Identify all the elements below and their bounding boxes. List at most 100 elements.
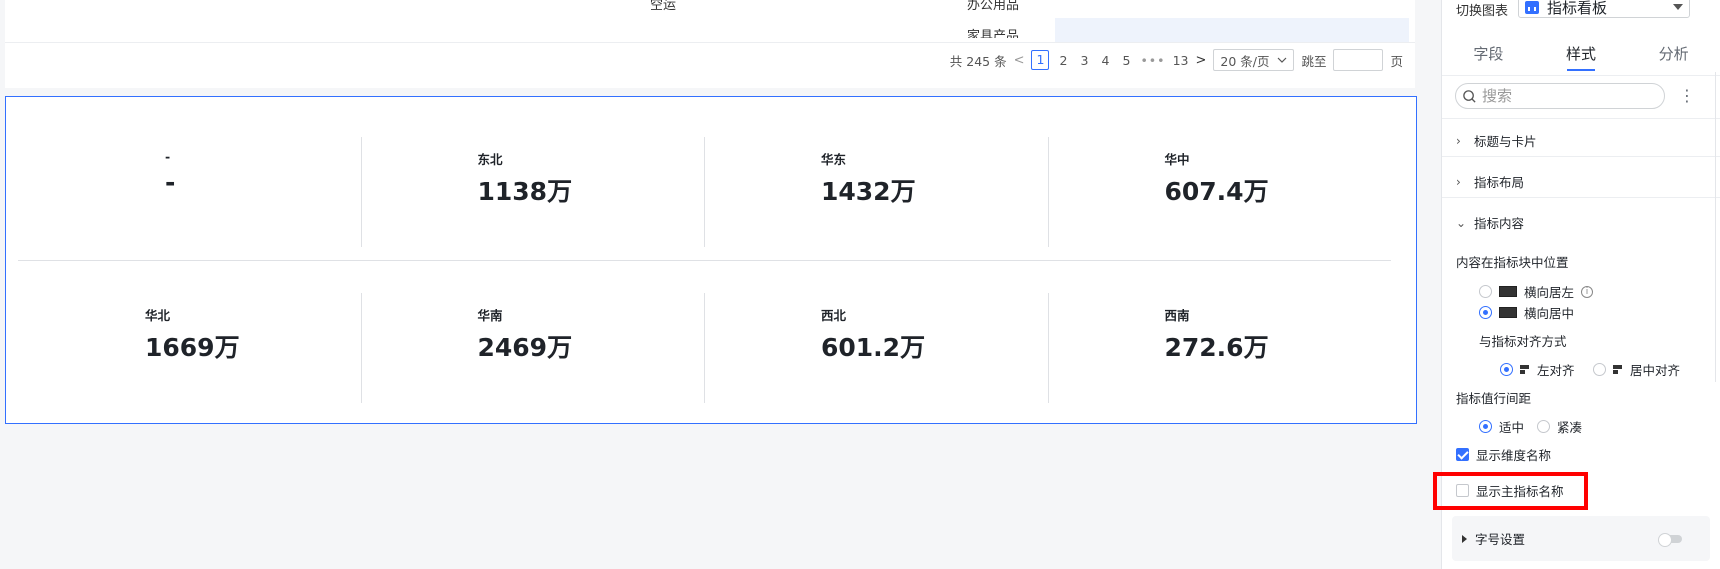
- total-count: 共 245 条: [949, 53, 1007, 69]
- kpi-dimension-name: 西北: [821, 308, 847, 323]
- section-label: 字号设置: [1475, 532, 1526, 547]
- page-size-select[interactable]: 20 条/页: [1213, 49, 1295, 71]
- kpi-board-widget[interactable]: - - 东北 1138万 华东 1432万 华中 607.4万 华北 1669万…: [5, 96, 1417, 424]
- table-row-highlight: [1055, 18, 1409, 42]
- kpi-row: 华北 1669万 华南 2469万 西北 601.2万 西南 272.6万: [18, 293, 1391, 403]
- kpi-dimension-name: -: [165, 149, 171, 164]
- radio-position-left[interactable]: 横向居左 i: [1479, 282, 1594, 301]
- checkbox-label: 显示主指标名称: [1476, 484, 1564, 499]
- chevron-right-icon: ›: [1456, 133, 1461, 148]
- font-settings-toggle[interactable]: [1658, 532, 1682, 547]
- tab-fields[interactable]: 字段: [1442, 36, 1535, 75]
- chevron-right-icon: ›: [1456, 174, 1461, 189]
- search-box[interactable]: [1455, 83, 1665, 109]
- divider: [1442, 118, 1720, 119]
- option-label: 横向居中: [1524, 306, 1575, 321]
- kpi-value: 601.2万: [821, 333, 926, 362]
- kpi-dimension-name: 东北: [477, 152, 503, 167]
- jump-page-input[interactable]: [1333, 49, 1384, 71]
- page-2[interactable]: 2: [1056, 53, 1070, 68]
- radio-align-left[interactable]: 左对齐: [1500, 360, 1575, 379]
- section-label: 指标布局: [1474, 175, 1525, 190]
- section-font-settings[interactable]: 字号设置: [1452, 516, 1710, 561]
- option-label: 居中对齐: [1630, 363, 1681, 378]
- layout-swatch-icon: [1499, 307, 1517, 318]
- radio-button[interactable]: [1479, 420, 1492, 433]
- caret-down-icon: [1673, 4, 1684, 10]
- table-cell: 办公用品: [967, 0, 1020, 13]
- divider: [5, 42, 1415, 43]
- kpi-value: 272.6万: [1164, 333, 1269, 362]
- kpi-value: -: [165, 168, 176, 197]
- tab-analysis[interactable]: 分析: [1627, 36, 1720, 75]
- search-input[interactable]: [1482, 87, 1652, 105]
- kpi-value: 607.4万: [1164, 177, 1269, 206]
- page-1[interactable]: 1: [1031, 50, 1050, 70]
- checkbox[interactable]: [1456, 448, 1469, 461]
- checkbox-show-main-metric-name[interactable]: 显示主指标名称: [1456, 481, 1564, 500]
- align-left-icon: [1520, 364, 1530, 375]
- switch-chart-label: 切换图表: [1456, 3, 1509, 19]
- more-pages-icon[interactable]: •••: [1140, 53, 1165, 68]
- checkbox-label: 显示维度名称: [1476, 448, 1552, 463]
- kpi-dimension-name: 西南: [1164, 308, 1190, 323]
- section-layout[interactable]: › 指标布局: [1456, 172, 1524, 191]
- radio-button[interactable]: [1479, 285, 1492, 298]
- section-label: 指标内容: [1474, 216, 1525, 231]
- table-widget: 空运 办公用品 家具产品 共 245 条 < 1 2 3 4 5 ••• 13 …: [5, 0, 1415, 88]
- section-title-card[interactable]: › 标题与卡片: [1456, 131, 1537, 150]
- radio-button[interactable]: [1479, 306, 1492, 319]
- kpi-value: 2469万: [477, 333, 573, 362]
- chevron-down-icon: ⌄: [1456, 215, 1467, 230]
- kpi-cell: 华南 2469万: [360, 293, 705, 403]
- align-label: 与指标对齐方式: [1479, 334, 1567, 349]
- more-options-icon[interactable]: ⋮: [1679, 88, 1695, 104]
- scrollbar[interactable]: [1715, 72, 1720, 382]
- jump-label: 跳至: [1301, 53, 1327, 69]
- dashboard-canvas: 空运 办公用品 家具产品 共 245 条 < 1 2 3 4 5 ••• 13 …: [0, 0, 1438, 569]
- kpi-value: 1432万: [821, 177, 916, 206]
- divider: [1442, 197, 1720, 198]
- chart-switch-row: 切换图表 指标看板: [1442, 0, 1720, 19]
- radio-button[interactable]: [1537, 420, 1550, 433]
- radio-align-center[interactable]: 居中对齐: [1593, 360, 1680, 379]
- page-last[interactable]: 13: [1173, 53, 1189, 68]
- kpi-chart-icon: [1525, 0, 1540, 14]
- radio-button[interactable]: [1593, 363, 1606, 376]
- kpi-cell: 华中 607.4万: [1047, 137, 1392, 247]
- page-3[interactable]: 3: [1077, 53, 1091, 68]
- next-page-icon[interactable]: >: [1195, 53, 1206, 68]
- spacing-label: 指标值行间距: [1456, 391, 1532, 406]
- kpi-row: - - 东北 1138万 华东 1432万 华中 607.4万: [18, 137, 1391, 247]
- radio-button[interactable]: [1500, 363, 1513, 376]
- kpi-cell: 东北 1138万: [360, 137, 705, 247]
- checkbox-show-dimension-name[interactable]: 显示维度名称: [1456, 445, 1551, 464]
- kpi-value: 1669万: [145, 333, 240, 362]
- chart-type-select[interactable]: 指标看板: [1518, 0, 1691, 18]
- position-label: 内容在指标块中位置: [1456, 255, 1569, 270]
- chevron-down-icon: [1278, 57, 1287, 63]
- section-content[interactable]: ⌄ 指标内容: [1456, 213, 1524, 232]
- checkbox[interactable]: [1456, 484, 1469, 497]
- kpi-dimension-name: 华东: [821, 152, 847, 167]
- prev-page-icon[interactable]: <: [1014, 53, 1025, 68]
- radio-spacing-medium[interactable]: 适中: [1479, 417, 1524, 436]
- kpi-cell: 西南 272.6万: [1047, 293, 1392, 403]
- caret-right-icon: [1462, 534, 1467, 543]
- page-4[interactable]: 4: [1098, 53, 1112, 68]
- kpi-value: 1138万: [477, 177, 573, 206]
- radio-spacing-compact[interactable]: 紧凑: [1537, 417, 1582, 436]
- page-size-value: 20 条/页: [1220, 53, 1270, 69]
- pagination: 共 245 条 < 1 2 3 4 5 ••• 13 > 20 条/页 跳至 页: [950, 49, 1403, 71]
- info-icon[interactable]: i: [1581, 285, 1594, 298]
- layout-swatch-icon: [1499, 286, 1517, 297]
- section-label: 标题与卡片: [1474, 134, 1537, 149]
- option-label: 适中: [1499, 420, 1525, 435]
- option-label: 紧凑: [1557, 420, 1583, 435]
- page-5[interactable]: 5: [1119, 53, 1133, 68]
- option-label: 横向居左: [1524, 285, 1575, 300]
- radio-position-center[interactable]: 横向居中: [1479, 303, 1574, 322]
- align-center-icon: [1613, 364, 1623, 375]
- tab-style[interactable]: 样式: [1535, 36, 1628, 75]
- page-suffix: 页: [1390, 53, 1403, 69]
